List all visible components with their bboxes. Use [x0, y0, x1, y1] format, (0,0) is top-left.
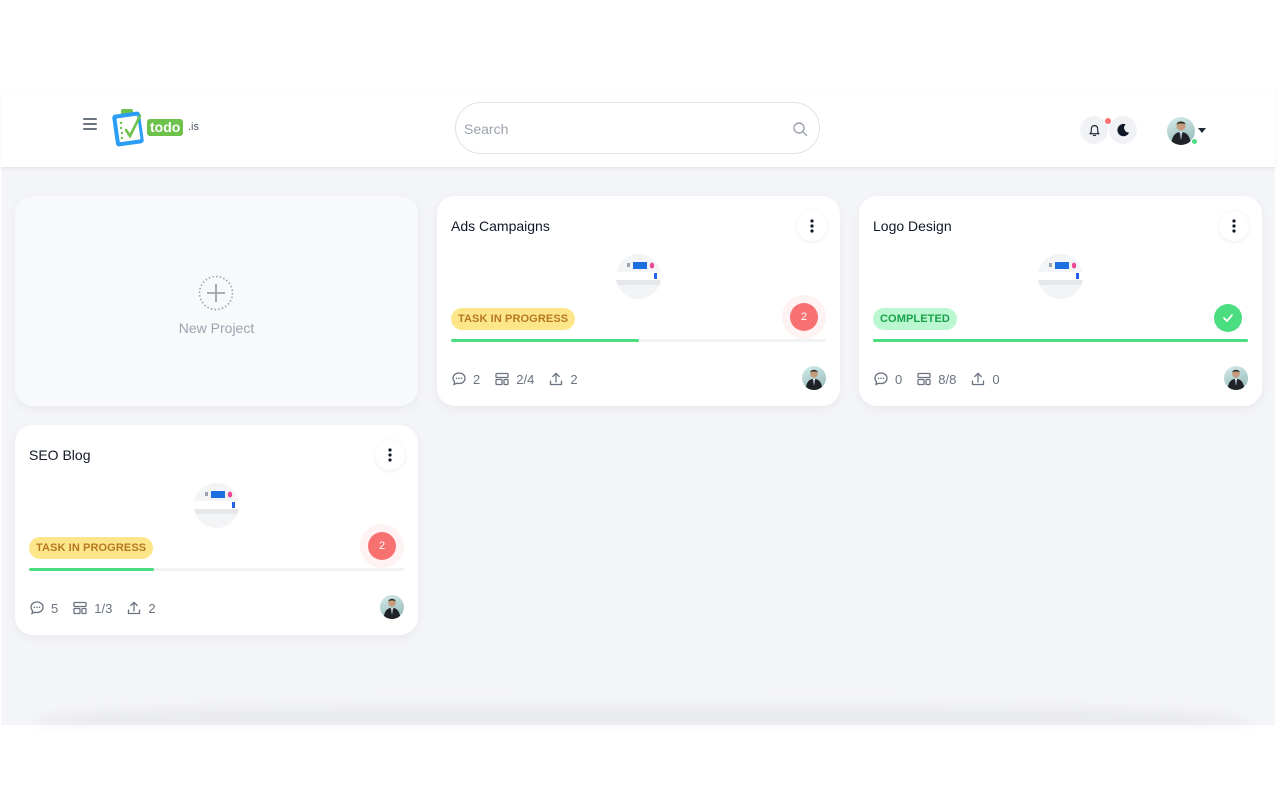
moon-icon: [1117, 123, 1130, 137]
dark-mode-toggle[interactable]: [1109, 116, 1137, 144]
project-title[interactable]: Logo Design: [873, 218, 952, 234]
stat-value: 2: [570, 371, 578, 387]
top-header: todo .is: [1, 90, 1275, 168]
project-stats: 5 1/3 2: [29, 600, 170, 616]
person-photo-icon: [383, 598, 401, 619]
uploads-stat[interactable]: 2: [126, 600, 156, 616]
progress-bar-fill: [29, 568, 154, 571]
stat-value: 8/8: [938, 371, 957, 387]
assignee-avatar[interactable]: [802, 366, 826, 390]
screenshot-preview-icon: [616, 254, 661, 299]
app-shell: todo .is Search New Project Ads Campaign…: [1, 90, 1275, 725]
project-thumbnail[interactable]: [1038, 254, 1083, 299]
online-status-dot: [1191, 138, 1198, 145]
logo-domain: .is: [188, 121, 199, 133]
user-menu-chevron-down-icon[interactable]: [1198, 128, 1206, 133]
search-box: [455, 102, 820, 154]
progress-bar: [29, 568, 404, 571]
clipboard-check-icon: [112, 109, 144, 147]
logo-wordmark: todo: [147, 119, 184, 136]
bell-icon: [1088, 124, 1100, 136]
footer-shadow: [31, 700, 1251, 724]
comment-icon: [452, 372, 466, 386]
new-project-label: New Project: [178, 320, 255, 336]
more-vertical-icon: [388, 448, 392, 462]
screenshot-preview-icon: [1038, 254, 1083, 299]
project-thumbnail[interactable]: [194, 483, 239, 528]
screenshot-preview-icon: [194, 483, 239, 528]
project-options-button[interactable]: [375, 440, 405, 470]
tasks-layout-icon: [917, 372, 931, 386]
uploads-stat[interactable]: 0: [970, 371, 1000, 387]
tasks-layout-icon: [73, 601, 87, 615]
search-input[interactable]: [464, 117, 774, 141]
project-stats: 0 8/8 0: [873, 371, 1014, 387]
status-badge: TASK IN PROGRESS: [29, 537, 154, 559]
stat-value: 2/4: [516, 371, 535, 387]
comment-icon: [874, 372, 888, 386]
comment-icon: [30, 601, 44, 615]
project-card[interactable]: Logo Design COMPLETED 0 8/8 0: [859, 196, 1262, 406]
stat-value: 5: [51, 600, 59, 616]
project-title[interactable]: Ads Campaigns: [451, 218, 550, 234]
project-card[interactable]: Ads Campaigns TASK IN PROGRESS 2 2 2/4 2: [437, 196, 840, 406]
progress-bar: [873, 339, 1248, 342]
more-vertical-icon: [1232, 219, 1236, 233]
tasks-stat[interactable]: 2/4: [494, 371, 534, 387]
stat-value: 2: [473, 371, 481, 387]
comments-stat[interactable]: 0: [873, 371, 902, 387]
menu-toggle-icon[interactable]: [83, 118, 97, 130]
new-project-card[interactable]: New Project: [15, 196, 418, 406]
project-card[interactable]: SEO Blog TASK IN PROGRESS 2 5 1/3 2: [15, 425, 418, 635]
assignee-avatar[interactable]: [380, 595, 404, 619]
assignee-avatar[interactable]: [1224, 366, 1248, 390]
comments-stat[interactable]: 2: [451, 371, 480, 387]
tasks-stat[interactable]: 8/8: [916, 371, 956, 387]
project-options-button[interactable]: [1219, 211, 1249, 241]
stat-value: 1/3: [94, 600, 113, 616]
add-circle-icon: [198, 275, 234, 311]
status-badge: COMPLETED: [873, 308, 957, 330]
completed-check-icon: [1214, 304, 1242, 332]
upload-icon: [550, 372, 563, 386]
search-icon[interactable]: [792, 121, 808, 137]
project-title[interactable]: SEO Blog: [29, 447, 90, 463]
project-options-button[interactable]: [797, 211, 827, 241]
status-badge: TASK IN PROGRESS: [451, 308, 576, 330]
progress-bar-fill: [873, 339, 1248, 342]
alert-count: 2: [368, 532, 396, 560]
stat-value: 0: [895, 371, 903, 387]
person-photo-icon: [1227, 369, 1245, 390]
progress-bar-fill: [451, 339, 639, 342]
person-photo-icon: [805, 369, 823, 390]
project-thumbnail[interactable]: [616, 254, 661, 299]
uploads-stat[interactable]: 2: [548, 371, 578, 387]
stat-value: 2: [148, 600, 156, 616]
notifications-button[interactable]: [1080, 116, 1108, 144]
progress-bar: [451, 339, 826, 342]
alert-count: 2: [790, 303, 818, 331]
upload-icon: [128, 601, 141, 615]
comments-stat[interactable]: 5: [29, 600, 58, 616]
alert-count-badge[interactable]: 2: [782, 295, 826, 339]
tasks-layout-icon: [495, 372, 509, 386]
tasks-stat[interactable]: 1/3: [72, 600, 112, 616]
stat-value: 0: [992, 371, 1000, 387]
upload-icon: [972, 372, 985, 386]
alert-count-badge[interactable]: 2: [360, 524, 404, 568]
more-vertical-icon: [810, 219, 814, 233]
project-stats: 2 2/4 2: [451, 371, 592, 387]
app-logo[interactable]: todo .is: [111, 108, 203, 148]
